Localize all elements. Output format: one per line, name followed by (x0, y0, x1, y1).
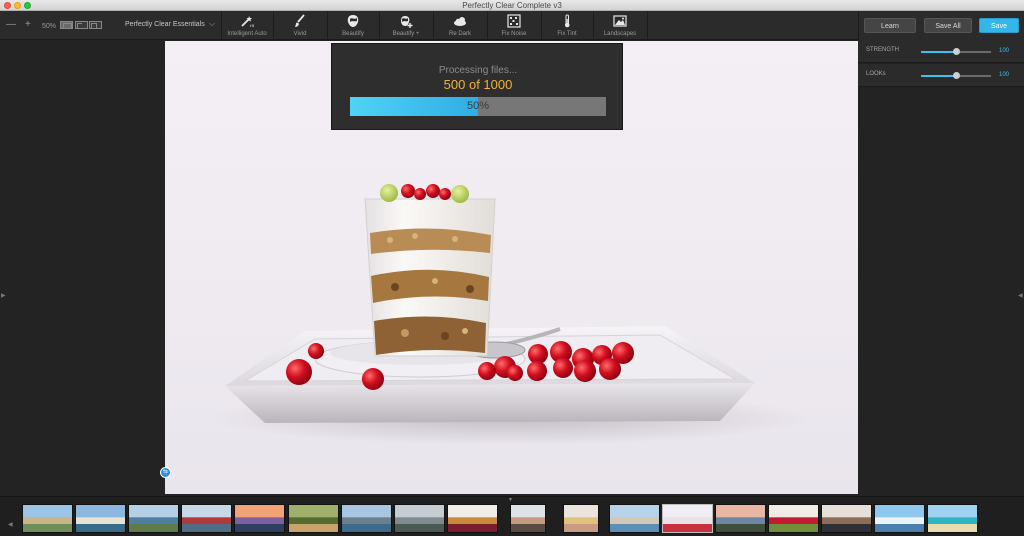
preset-selector[interactable]: Perfectly Clear Essentials (125, 21, 205, 28)
strength-slider-fill (921, 51, 956, 53)
thumbnail-woman-portrait[interactable] (510, 504, 546, 533)
tool-re-dark[interactable]: Re Dark (434, 11, 486, 40)
looks-value: 100 (999, 72, 1010, 78)
strength-row: STRENGTH 100 (858, 40, 1024, 63)
thumbnail-forest-path[interactable] (288, 504, 339, 533)
brush-icon (295, 14, 305, 27)
thermometer-icon (564, 14, 570, 28)
thumbnail-dessert-glass[interactable] (662, 504, 713, 533)
thumbnail-mountain-lake[interactable] (341, 504, 392, 533)
thumbnail-foggy-forest[interactable] (394, 504, 445, 533)
progress-percent: 50% (466, 100, 490, 112)
tool-vivid[interactable]: Vivid (274, 11, 326, 40)
thumbnail-mountain-people[interactable] (821, 504, 872, 533)
adjustments-panel: STRENGTH 100 LOOKs 100 (858, 40, 1024, 496)
noise-icon (507, 14, 521, 28)
title-bar: Perfectly Clear Complete v3 (0, 0, 1024, 11)
save-all-button[interactable]: Save All (924, 18, 972, 33)
tool-fix-noise[interactable]: Fix Noise (488, 11, 540, 40)
thumbnail-harbor[interactable] (181, 504, 232, 533)
thumbnail-pancakes[interactable] (447, 504, 498, 533)
thumbnail-coast[interactable] (22, 504, 73, 533)
tool-intelligent-auto[interactable]: HD Intelligent Auto (222, 11, 272, 40)
filmstrip-marker-icon: ▼ (508, 497, 513, 503)
expand-left-panel-icon[interactable]: ▶ (1, 292, 6, 299)
thumbnail-tropical-island[interactable] (927, 504, 978, 533)
svg-text:HD: HD (250, 23, 254, 28)
zoom-out-button[interactable]: — (6, 19, 16, 31)
cloud-icon (454, 17, 466, 26)
tool-beautify[interactable]: Beautify (328, 11, 378, 40)
tool-label: Re Dark (448, 31, 471, 37)
tool-label: Beautify (342, 31, 364, 37)
processing-title: Processing files... (438, 65, 518, 76)
right-panel-header: Learn Save All Save (858, 11, 1024, 40)
filmstrip: ◀ ▼ (0, 496, 1024, 536)
strength-slider-knob[interactable] (953, 48, 960, 55)
looks-slider[interactable] (921, 72, 991, 79)
zoom-level: 50% (42, 23, 57, 30)
progress-bar: 50% (350, 97, 606, 116)
expand-right-panel-icon[interactable]: ◀ (1018, 292, 1023, 299)
tool-beautify-plus[interactable]: Beautify + (380, 11, 432, 40)
tool-label: Intelligent Auto (227, 31, 267, 37)
view-split-button[interactable] (75, 21, 88, 29)
chevron-down-icon[interactable]: ⌵ (209, 19, 215, 29)
tool-landscapes[interactable]: Landscapes (594, 11, 646, 40)
tool-label: Beautify + (392, 31, 420, 37)
looks-label: LOOKs (866, 71, 886, 77)
face-plus-icon (401, 16, 413, 28)
thumbnail-berries[interactable] (768, 504, 819, 533)
looks-slider-knob[interactable] (953, 72, 960, 79)
strength-slider[interactable] (921, 48, 991, 55)
filmstrip-scroll-left-icon[interactable]: ◀ (8, 521, 13, 528)
thumbnail-sunset-dock[interactable] (234, 504, 285, 533)
wand-icon: HD (241, 16, 254, 28)
save-button[interactable]: Save (979, 18, 1019, 33)
tool-label: Vivid (293, 31, 307, 37)
learn-button[interactable]: Learn (864, 18, 916, 33)
tool-fix-tint[interactable]: Fix Tint (542, 11, 592, 40)
processing-count: 500 of 1000 (443, 77, 513, 92)
view-side-by-side-button[interactable] (89, 21, 102, 29)
processing-dialog: Processing files... 500 of 1000 50% (331, 43, 623, 130)
window-title: Perfectly Clear Complete v3 (462, 1, 562, 10)
thumbnail-rocky-coast[interactable] (715, 504, 766, 533)
strength-label: STRENGTH (866, 47, 899, 53)
face-icon (347, 15, 359, 27)
tool-label: Fix Noise (501, 31, 527, 37)
thumbnail-dock-sea[interactable] (609, 504, 660, 533)
tool-label: Landscapes (603, 31, 637, 37)
strength-value: 100 (999, 48, 1010, 54)
view-single-button[interactable] (60, 21, 73, 29)
thumbnail-blonde-portrait[interactable] (563, 504, 599, 533)
toolbar-divider (647, 11, 648, 40)
thumbnail-beach-boats[interactable] (75, 504, 126, 533)
thumbnail-lake-cabins[interactable] (128, 504, 179, 533)
thumbnail-ferris-wheel[interactable] (874, 504, 925, 533)
looks-slider-fill (921, 75, 956, 77)
looks-row: LOOKs 100 (858, 64, 1024, 87)
left-panel (0, 41, 165, 496)
compare-toggle-icon[interactable]: ⇆ (160, 467, 171, 478)
landscape-icon (613, 15, 627, 27)
app-window: { "window": { "title": "Perfectly Clear … (0, 0, 1024, 536)
tool-label: Fix Tint (557, 31, 577, 37)
zoom-in-button[interactable]: + (25, 19, 31, 31)
